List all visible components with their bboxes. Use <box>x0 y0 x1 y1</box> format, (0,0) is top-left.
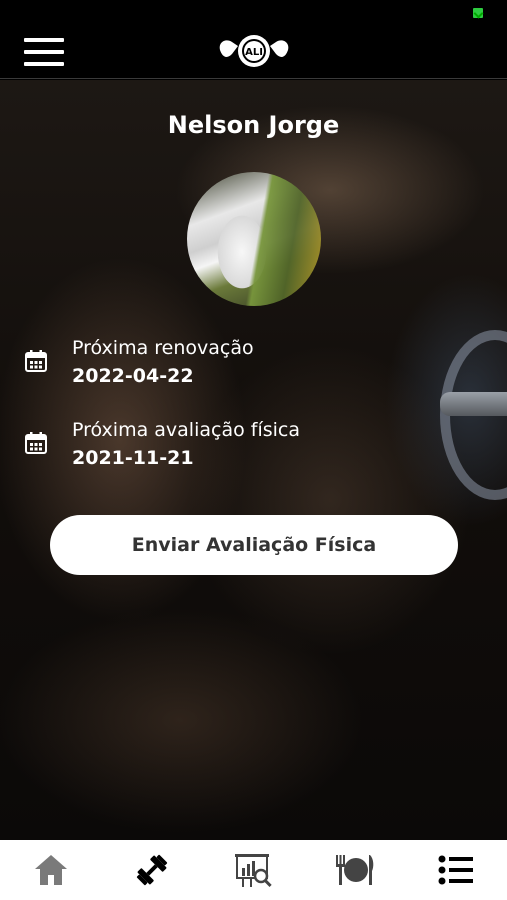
next-assessment-label: Próxima avaliação física <box>72 419 300 441</box>
status-bar <box>0 0 507 24</box>
list-icon <box>438 855 474 885</box>
send-assessment-button[interactable]: Enviar Avaliação Física <box>50 515 458 575</box>
home-icon <box>34 855 67 885</box>
logo-text: ALI <box>245 47 263 58</box>
bottom-nav <box>0 840 507 900</box>
nav-nutrition[interactable] <box>325 840 385 900</box>
assessment-chart-icon <box>235 854 273 887</box>
avatar[interactable] <box>187 172 321 306</box>
next-renewal-date: 2022-04-22 <box>72 365 194 387</box>
nav-home[interactable] <box>21 840 81 900</box>
user-name: Nelson Jorge <box>167 111 340 139</box>
hamburger-menu-icon[interactable] <box>24 36 64 68</box>
nutrition-icon <box>335 855 374 885</box>
calendar-icon <box>25 432 47 454</box>
nav-assessment[interactable] <box>223 840 283 900</box>
battery-charging-icon <box>473 8 483 18</box>
next-assessment-date: 2021-11-21 <box>72 447 194 469</box>
app-header: ALI <box>0 24 507 79</box>
nav-workout[interactable] <box>122 840 182 900</box>
nav-list[interactable] <box>426 840 486 900</box>
next-renewal-label: Próxima renovação <box>72 337 254 359</box>
calendar-icon <box>25 350 47 372</box>
dumbbell-icon <box>136 854 168 886</box>
gym-logo-icon: ALI <box>219 35 289 67</box>
